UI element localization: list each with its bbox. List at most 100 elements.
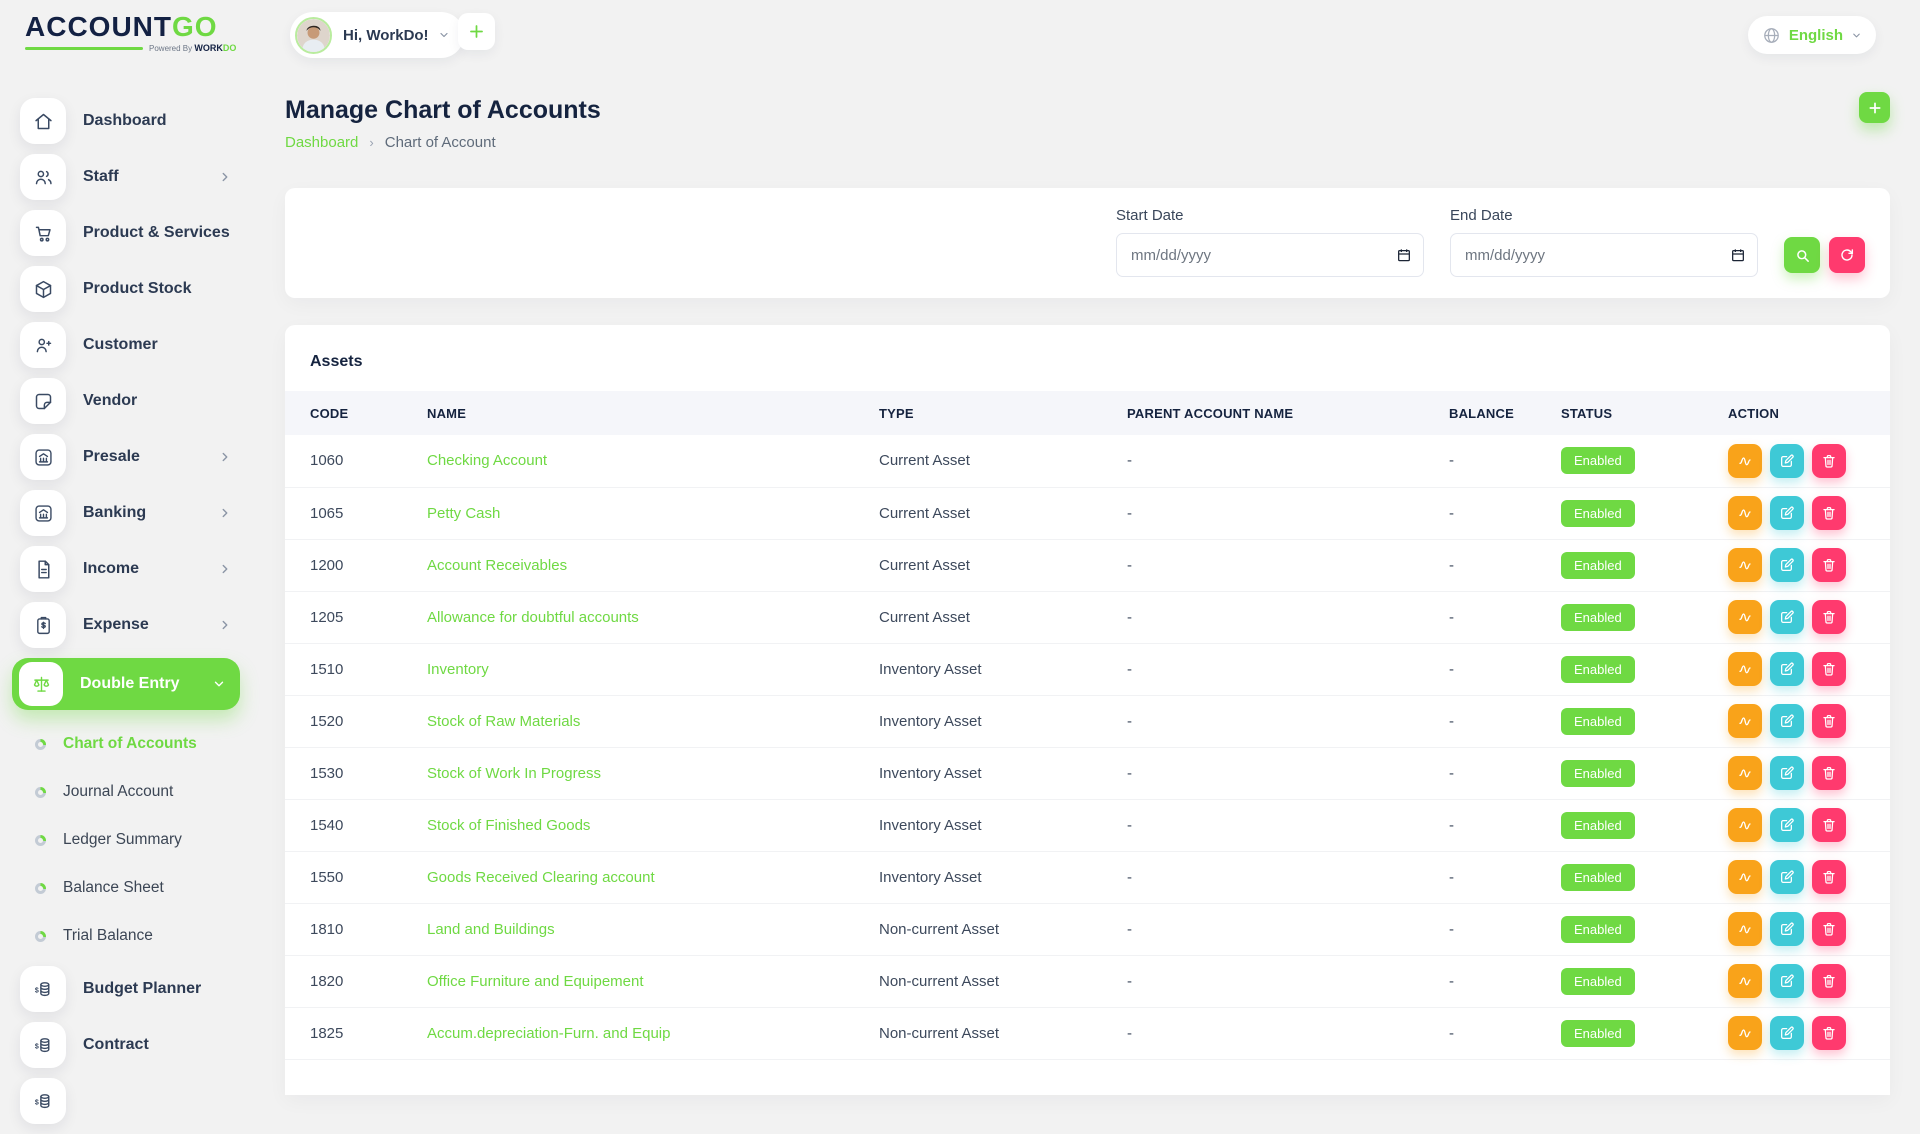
submenu-item[interactable]: Journal Account	[20, 768, 284, 816]
delete-button[interactable]	[1812, 704, 1846, 738]
activity-button[interactable]	[1728, 756, 1762, 790]
account-type: Current Asset	[869, 487, 1117, 539]
activity-button[interactable]	[1728, 652, 1762, 686]
reset-filter-button[interactable]	[1829, 237, 1865, 273]
edit-button[interactable]	[1770, 912, 1804, 946]
sidebar-item[interactable]: Double Entry	[12, 658, 240, 710]
sidebar-item[interactable]: $ Contract	[20, 1022, 232, 1068]
delete-button[interactable]	[1812, 548, 1846, 582]
sidebar-item[interactable]: Customer	[20, 322, 232, 368]
delete-button[interactable]	[1812, 444, 1846, 478]
sidebar-item[interactable]: Expense	[20, 602, 232, 648]
sidebar-item[interactable]: Staff	[20, 154, 232, 200]
account-name-link[interactable]: Goods Received Clearing account	[427, 869, 655, 886]
activity-button[interactable]	[1728, 600, 1762, 634]
account-code: 1520	[285, 695, 417, 747]
account-name-link[interactable]: Stock of Work In Progress	[427, 765, 601, 782]
breadcrumb-dashboard-link[interactable]: Dashboard	[285, 134, 358, 151]
sidebar-main-items: Dashboard Staff Product & Services Produ…	[20, 98, 284, 710]
delete-button[interactable]	[1812, 964, 1846, 998]
activity-button[interactable]	[1728, 496, 1762, 530]
account-balance: -	[1439, 955, 1551, 1007]
activity-button[interactable]	[1728, 444, 1762, 478]
edit-button[interactable]	[1770, 548, 1804, 582]
account-name-link[interactable]: Checking Account	[427, 452, 547, 469]
account-name-link[interactable]: Account Receivables	[427, 557, 567, 574]
bullet-icon	[35, 739, 46, 750]
activity-button[interactable]	[1728, 964, 1762, 998]
delete-button[interactable]	[1812, 1016, 1846, 1050]
trash-icon	[1821, 609, 1837, 625]
row-actions	[1728, 912, 1880, 946]
delete-button[interactable]	[1812, 496, 1846, 530]
main-content: Manage Chart of Accounts Dashboard › Cha…	[285, 70, 1890, 1095]
delete-button[interactable]	[1812, 600, 1846, 634]
delete-button[interactable]	[1812, 756, 1846, 790]
account-name-link[interactable]: Allowance for doubtful accounts	[427, 609, 639, 626]
submenu-item[interactable]: Balance Sheet	[20, 864, 284, 912]
apply-filter-button[interactable]	[1784, 237, 1820, 273]
edit-button[interactable]	[1770, 704, 1804, 738]
status-badge: Enabled	[1561, 656, 1635, 683]
sidebar-item[interactable]: Banking	[20, 490, 232, 536]
edit-button[interactable]	[1770, 860, 1804, 894]
sidebar-item[interactable]: Income	[20, 546, 232, 592]
parent-account-name: -	[1117, 643, 1439, 695]
delete-button[interactable]	[1812, 860, 1846, 894]
account-type: Current Asset	[869, 591, 1117, 643]
account-name-link[interactable]: Petty Cash	[427, 505, 500, 522]
edit-button[interactable]	[1770, 652, 1804, 686]
sidebar-item[interactable]: Presale	[20, 434, 232, 480]
sidebar-item[interactable]: Vendor	[20, 378, 232, 424]
quick-add-button[interactable]	[458, 13, 495, 50]
edit-button[interactable]	[1770, 808, 1804, 842]
submenu-item[interactable]: Trial Balance	[20, 912, 284, 960]
sidebar-item[interactable]: $ Budget Planner	[20, 966, 232, 1012]
activity-button[interactable]	[1728, 1016, 1762, 1050]
account-name-link[interactable]: Stock of Raw Materials	[427, 713, 580, 730]
language-selector[interactable]: English	[1748, 16, 1876, 54]
sidebar-item-label: Product & Services	[83, 224, 230, 242]
account-balance: -	[1439, 799, 1551, 851]
create-account-button[interactable]	[1859, 92, 1890, 123]
edit-button[interactable]	[1770, 964, 1804, 998]
bank-icon	[20, 434, 66, 480]
edit-icon	[1779, 1025, 1795, 1041]
edit-button[interactable]	[1770, 756, 1804, 790]
end-date-input[interactable]	[1450, 233, 1758, 277]
end-date-group: End Date	[1450, 207, 1758, 277]
powered-by-label: Powered By	[149, 44, 192, 53]
sidebar-item[interactable]: Product & Services	[20, 210, 232, 256]
table-row: 1550 Goods Received Clearing account Inv…	[285, 851, 1890, 903]
user-menu-button[interactable]: Hi, WorkDo!	[290, 12, 464, 58]
box-icon	[20, 266, 66, 312]
sidebar-item[interactable]: Product Stock	[20, 266, 232, 312]
sidebar-item[interactable]: $	[20, 1078, 232, 1124]
account-name-link[interactable]: Inventory	[427, 661, 489, 678]
account-balance: -	[1439, 487, 1551, 539]
sidebar-item[interactable]: Dashboard	[20, 98, 232, 144]
edit-button[interactable]	[1770, 1016, 1804, 1050]
account-name-link[interactable]: Accum.depreciation-Furn. and Equip	[427, 1025, 670, 1042]
delete-button[interactable]	[1812, 652, 1846, 686]
activity-button[interactable]	[1728, 912, 1762, 946]
account-name-link[interactable]: Land and Buildings	[427, 921, 555, 938]
start-date-input[interactable]	[1116, 233, 1424, 277]
activity-button[interactable]	[1728, 548, 1762, 582]
activity-button[interactable]	[1728, 860, 1762, 894]
edit-button[interactable]	[1770, 496, 1804, 530]
edit-button[interactable]	[1770, 444, 1804, 478]
activity-button[interactable]	[1728, 808, 1762, 842]
sidebar-item-label: Staff	[83, 168, 119, 186]
parent-account-name: -	[1117, 591, 1439, 643]
submenu-item[interactable]: Ledger Summary	[20, 816, 284, 864]
edit-button[interactable]	[1770, 600, 1804, 634]
activity-button[interactable]	[1728, 704, 1762, 738]
account-name-link[interactable]: Stock of Finished Goods	[427, 817, 590, 834]
account-code: 1205	[285, 591, 417, 643]
submenu-item[interactable]: Chart of Accounts	[20, 720, 284, 768]
delete-button[interactable]	[1812, 808, 1846, 842]
account-name-link[interactable]: Office Furniture and Equipement	[427, 973, 644, 990]
column-header: TYPE	[869, 391, 1117, 435]
delete-button[interactable]	[1812, 912, 1846, 946]
